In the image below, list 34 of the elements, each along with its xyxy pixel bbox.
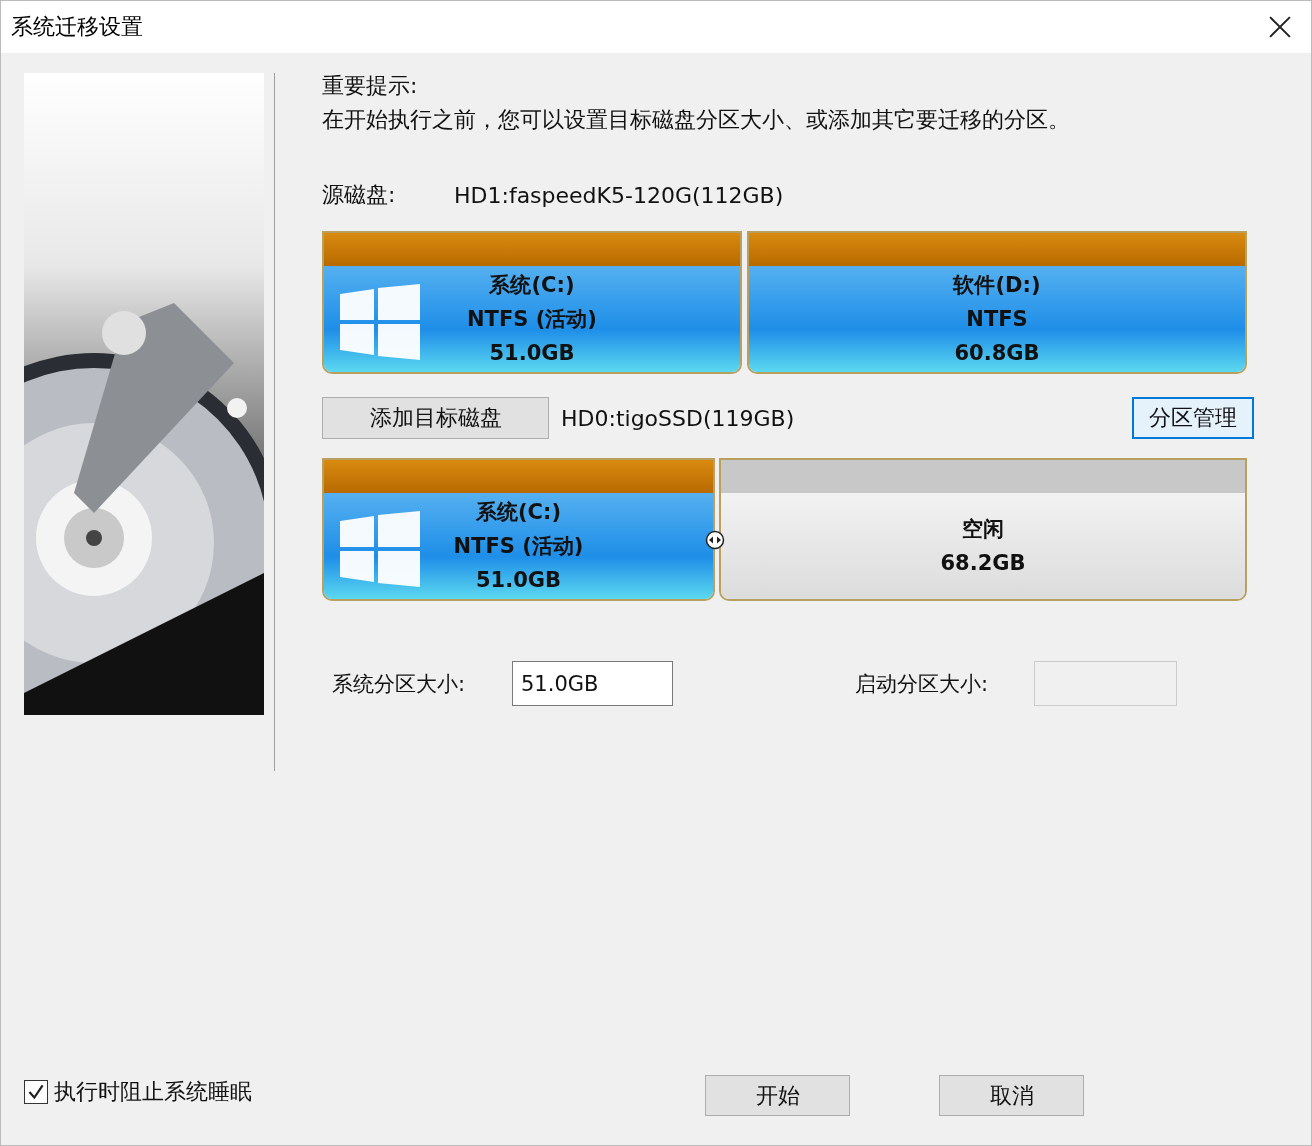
partition-name: 系统(C:) (489, 272, 575, 299)
source-disk-label: 源磁盘: (322, 181, 397, 209)
partition-manage-button[interactable]: 分区管理 (1132, 397, 1254, 439)
partition-block[interactable]: 系统(C:) NTFS (活动) 51.0GB (322, 231, 742, 374)
notice-text: 在开始执行之前，您可以设置目标磁盘分区大小、或添加其它要迁移的分区。 (322, 106, 1071, 134)
field-label: 系统分区大小: (332, 670, 467, 698)
partition-size: 68.2GB (940, 550, 1026, 577)
partition-block[interactable]: 软件(D:) NTFS 60.8GB (747, 231, 1247, 374)
partition-name: 软件(D:) (953, 272, 1041, 299)
notice-heading: 重要提示: (322, 72, 419, 100)
target-disk-name: HD0:tigoSSD(119GB) (561, 405, 796, 431)
source-disk-name: HD1:faspeedK5-120G(112GB) (454, 182, 784, 208)
dialog-button[interactable]: 取消 (939, 1075, 1084, 1116)
partition-block[interactable]: 系统(C:) NTFS (活动) 51.0GB (322, 458, 715, 601)
file-system: NTFS (966, 306, 1028, 333)
add-target-disk-button[interactable]: 添加目标磁盘 (322, 397, 549, 439)
unallocated-space[interactable]: 空闲 68.2GB (719, 458, 1247, 601)
field-label: 启动分区大小: (855, 670, 990, 698)
partition-size: 51.0GB (489, 340, 575, 367)
checkbox[interactable] (24, 1080, 48, 1104)
dialog-button[interactable]: 开始 (705, 1075, 850, 1116)
size-input-field[interactable]: 51.0GB (512, 661, 673, 706)
partition-name: 空闲 (962, 516, 1004, 543)
file-system: NTFS (活动) (453, 533, 584, 560)
windows-logo-icon (340, 284, 420, 360)
windows-logo-icon (340, 511, 420, 587)
close-icon[interactable] (1269, 16, 1291, 38)
file-system: NTFS (活动) (467, 306, 597, 333)
checkbox-label[interactable]: 执行时阻止系统睡眠 (54, 1077, 252, 1107)
resize-handle-icon[interactable] (705, 530, 725, 550)
partition-name: 系统(C:) (476, 499, 561, 526)
partition-size: 51.0GB (475, 567, 562, 594)
partition-size: 60.8GB (954, 340, 1040, 367)
window-title: 系统迁移设置 (11, 13, 143, 41)
